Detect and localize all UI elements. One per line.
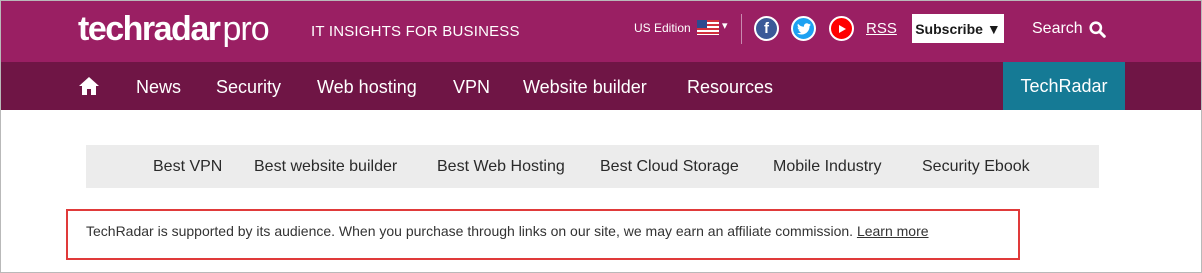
- nav-item-web-hosting[interactable]: Web hosting: [317, 77, 417, 98]
- twitter-icon[interactable]: [791, 16, 816, 41]
- subnav-item-best-cloud-storage[interactable]: Best Cloud Storage: [600, 158, 739, 176]
- edition-label[interactable]: US Edition: [634, 21, 691, 35]
- youtube-icon[interactable]: [829, 16, 854, 41]
- facebook-icon[interactable]: f: [754, 16, 779, 41]
- nav-item-news[interactable]: News: [136, 77, 181, 98]
- disclaimer-text: TechRadar is supported by its audience. …: [86, 223, 854, 239]
- search-label: Search: [1032, 20, 1083, 37]
- main-nav: News Security Web hosting VPN Website bu…: [0, 62, 1202, 110]
- site-tagline: IT INSIGHTS FOR BUSINESS: [311, 23, 520, 40]
- caret-down-icon: ▼: [986, 20, 1001, 37]
- top-bar: techradar pro IT INSIGHTS FOR BUSINESS U…: [0, 0, 1202, 62]
- logo-main: techradar: [78, 10, 221, 48]
- subscribe-label: Subscribe: [915, 20, 983, 37]
- affiliate-disclaimer: TechRadar is supported by its audience. …: [86, 223, 929, 239]
- sub-nav: Best VPN Best website builder Best Web H…: [86, 145, 1099, 188]
- techradar-tab-label: TechRadar: [1020, 75, 1108, 96]
- site-logo[interactable]: techradar pro: [78, 10, 270, 50]
- subnav-item-best-vpn[interactable]: Best VPN: [153, 158, 222, 176]
- header-divider: [741, 14, 742, 44]
- us-flag-icon[interactable]: [697, 20, 719, 35]
- techradar-tab[interactable]: TechRadar: [1003, 62, 1125, 110]
- search-icon: [1089, 20, 1106, 38]
- search-button[interactable]: Search: [1032, 20, 1106, 38]
- nav-item-website-builder[interactable]: Website builder: [523, 77, 647, 98]
- nav-item-security[interactable]: Security: [216, 77, 281, 98]
- subscribe-button[interactable]: Subscribe ▼: [912, 14, 1004, 43]
- subnav-item-mobile-industry[interactable]: Mobile Industry: [773, 158, 882, 176]
- caret-down-icon[interactable]: ▾: [722, 19, 728, 32]
- subnav-item-best-web-hosting[interactable]: Best Web Hosting: [437, 158, 565, 176]
- subnav-item-best-website-builder[interactable]: Best website builder: [254, 158, 397, 176]
- home-icon[interactable]: [78, 76, 100, 96]
- logo-sub: pro: [222, 10, 269, 48]
- learn-more-link[interactable]: Learn more: [857, 223, 929, 239]
- nav-item-vpn[interactable]: VPN: [453, 77, 490, 98]
- subnav-item-security-ebook[interactable]: Security Ebook: [922, 158, 1030, 176]
- rss-link[interactable]: RSS: [866, 20, 897, 37]
- nav-item-resources[interactable]: Resources: [687, 77, 773, 98]
